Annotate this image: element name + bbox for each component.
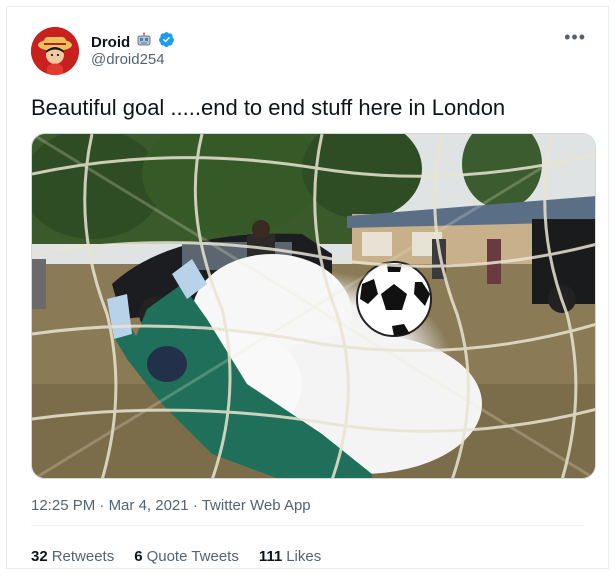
tweet-photo[interactable] — [31, 133, 596, 479]
verified-badge-icon — [158, 31, 175, 53]
quote-tweets-stat[interactable]: 6 Quote Tweets — [134, 548, 239, 565]
tweet-time: 12:25 PM — [31, 497, 96, 514]
display-name[interactable]: Droid — [91, 34, 130, 51]
tweet-metadata: 12:25 PM · Mar 4, 2021 · Twitter Web App — [31, 497, 311, 514]
tweet-card: Droid @droid254 ••• Beautiful goal .....… — [6, 6, 609, 569]
retweets-stat[interactable]: 32 Retweets — [31, 548, 114, 565]
goalkeeper-photo-image — [32, 134, 595, 478]
tweet-date: Mar 4, 2021 — [108, 497, 189, 514]
likes-label: Likes — [286, 548, 322, 565]
tweet-timestamp-link[interactable]: 12:25 PM · Mar 4, 2021 — [31, 497, 189, 514]
robot-emoji-icon — [136, 32, 152, 53]
quote-tweets-label: Quote Tweets — [146, 548, 239, 565]
retweets-label: Retweets — [51, 548, 115, 565]
likes-count: 111 — [258, 548, 283, 565]
tweet-text: Beautiful goal .....end to end stuff her… — [31, 95, 506, 120]
quote-tweets-count: 6 — [134, 548, 143, 565]
tweet-source-link[interactable]: Twitter Web App — [202, 497, 311, 514]
user-handle[interactable]: @droid254 — [91, 51, 165, 68]
divider — [31, 525, 584, 526]
meta-separator: · — [99, 497, 105, 514]
retweets-count: 32 — [31, 548, 48, 565]
likes-stat[interactable]: 111 Likes — [259, 548, 321, 565]
name-row: Droid — [91, 31, 175, 53]
avatar[interactable] — [31, 27, 79, 75]
meta-separator: · — [192, 497, 198, 514]
more-options-icon[interactable]: ••• — [564, 27, 586, 48]
engagement-stats: 32 Retweets 6 Quote Tweets 111 Likes — [31, 548, 321, 565]
